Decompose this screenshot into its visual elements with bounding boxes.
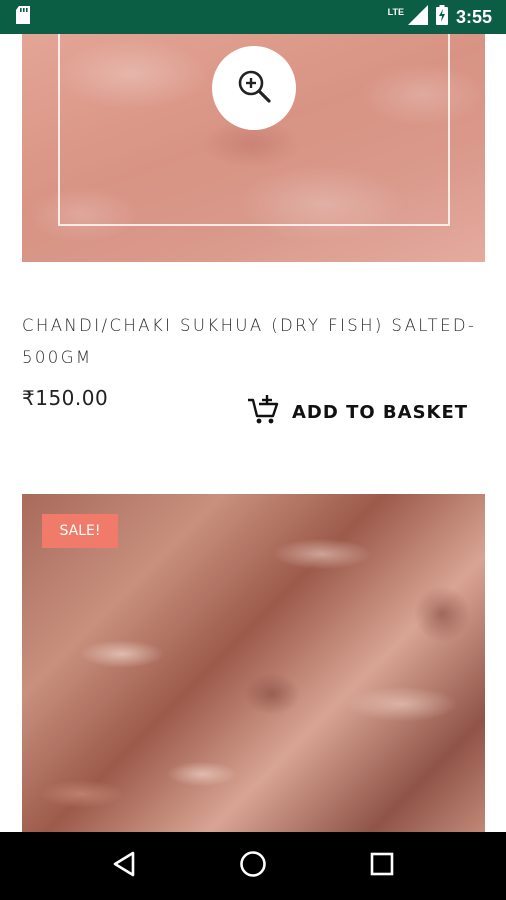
recents-button[interactable] bbox=[358, 842, 406, 890]
recents-icon bbox=[369, 851, 395, 881]
product-list[interactable]: CHANDI/CHAKI SUKHUA (DRY FISH) SALTED-50… bbox=[0, 34, 506, 832]
zoom-button[interactable] bbox=[212, 46, 296, 130]
sd-card-icon bbox=[16, 6, 30, 28]
home-button[interactable] bbox=[229, 842, 277, 890]
cart-plus-icon bbox=[246, 394, 280, 430]
product-image[interactable]: SALE! bbox=[22, 494, 485, 832]
network-type-label: LTE bbox=[387, 7, 404, 17]
product-title[interactable]: CHANDI/CHAKI SUKHUA (DRY FISH) SALTED-50… bbox=[22, 310, 492, 374]
sale-badge: SALE! bbox=[42, 514, 118, 548]
status-bar: LTE 3:55 bbox=[0, 0, 506, 34]
clock: 3:55 bbox=[455, 6, 492, 27]
signal-icon bbox=[407, 5, 428, 29]
back-button[interactable] bbox=[100, 842, 148, 890]
add-to-basket-button[interactable]: ADD TO BASKET bbox=[246, 392, 468, 432]
navigation-bar bbox=[0, 832, 506, 900]
product-image[interactable] bbox=[22, 34, 485, 262]
status-bar-left bbox=[16, 6, 30, 28]
product-price: ₹150.00 bbox=[22, 386, 109, 410]
zoom-in-icon bbox=[236, 68, 272, 108]
back-icon bbox=[111, 850, 137, 882]
battery-charging-icon bbox=[435, 5, 448, 29]
status-bar-right: LTE 3:55 bbox=[388, 5, 492, 29]
home-icon bbox=[239, 850, 267, 882]
add-to-basket-label: ADD TO BASKET bbox=[292, 401, 469, 423]
